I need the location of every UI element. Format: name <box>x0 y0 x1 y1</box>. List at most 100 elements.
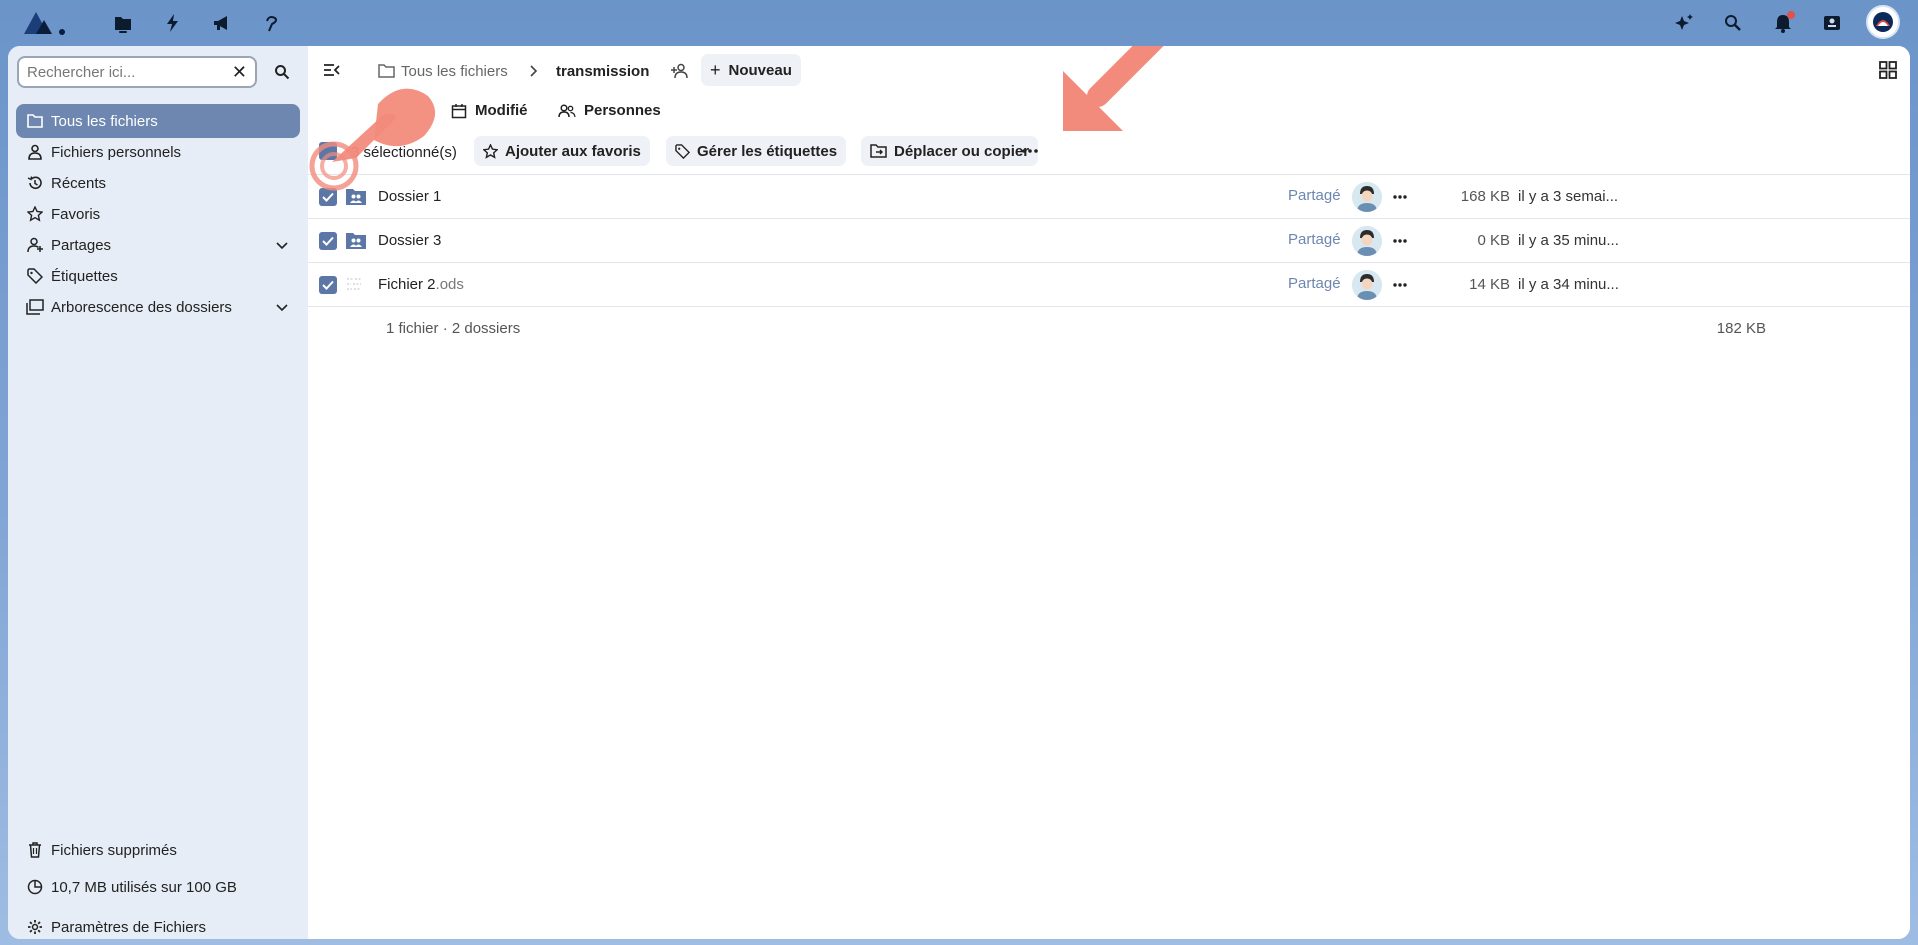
move-copy-button[interactable]: Déplacer ou copier <box>861 136 1039 166</box>
chevron-down-icon[interactable] <box>276 237 288 254</box>
search-icon[interactable] <box>1719 9 1747 37</box>
file-list-area: Tous les fichiers transmission + Nouveau… <box>308 46 1910 939</box>
activity-icon[interactable] <box>160 10 186 36</box>
file-modified: il y a 35 minu... <box>1518 232 1619 249</box>
file-name[interactable]: Fichier 2.ods <box>378 276 464 293</box>
file-size: 0 KB <box>1477 232 1510 249</box>
row-checkbox[interactable] <box>319 276 337 294</box>
search-button-icon[interactable] <box>270 60 294 84</box>
history-icon <box>26 174 44 192</box>
breadcrumb-root-label: Tous les fichiers <box>401 62 508 80</box>
folder-move-icon <box>870 144 887 158</box>
custom-app-icon[interactable] <box>259 10 285 36</box>
row-actions-icon[interactable] <box>1388 275 1412 295</box>
sidebar-item-label: Arborescence des dossiers <box>51 298 232 316</box>
share-status[interactable]: Partagé <box>1288 275 1341 292</box>
notification-badge <box>1787 11 1795 19</box>
file-size: 14 KB <box>1469 276 1510 293</box>
file-ext: .ods <box>435 276 464 293</box>
shared-folder-icon <box>345 231 367 251</box>
chevron-down-icon[interactable] <box>276 299 288 316</box>
sidebar-item-label: Tous les fichiers <box>51 112 158 130</box>
quota-label: 10,7 MB utilisés sur 100 GB <box>51 878 237 896</box>
sidebar-item-tags[interactable]: Étiquettes <box>16 259 300 293</box>
folder-icon <box>26 112 44 130</box>
select-all-checkbox[interactable] <box>319 142 337 160</box>
toggle-navigation-icon[interactable] <box>322 60 344 82</box>
search-placeholder: Rechercher ici... <box>27 63 136 81</box>
file-modified: il y a 3 semai... <box>1518 188 1619 205</box>
sidebar-item-folder-tree[interactable]: Arborescence des dossiers <box>16 290 300 324</box>
breadcrumb-current-label: transmission <box>556 62 650 80</box>
sidebar-item-label: Étiquettes <box>51 267 118 285</box>
sidebar-item-favorites[interactable]: Favoris <box>16 197 300 231</box>
table-row[interactable]: Dossier 3 Partagé 0 KB il y a 35 minu... <box>308 219 1910 263</box>
share-status[interactable]: Partagé <box>1288 187 1341 204</box>
selection-count: 3 sélectionné(s) <box>351 144 457 161</box>
trash-icon <box>26 841 44 859</box>
spreadsheet-icon <box>345 275 367 295</box>
notifications-icon[interactable] <box>1769 9 1797 37</box>
assistant-icon[interactable] <box>1670 9 1698 37</box>
sidebar-item-recent[interactable]: Récents <box>16 166 300 200</box>
file-name[interactable]: Dossier 3 <box>378 232 441 249</box>
share-icon <box>26 236 44 254</box>
contacts-icon[interactable] <box>1818 9 1846 37</box>
file-name-text: Dossier 3 <box>378 232 442 249</box>
announcements-icon[interactable] <box>209 10 235 36</box>
files-icon[interactable] <box>110 10 136 36</box>
nextcloud-logo-icon[interactable] <box>22 8 72 38</box>
avatar[interactable] <box>1352 182 1382 212</box>
summary-count: 1 fichier · 2 dossiers <box>386 320 521 337</box>
files-settings-button[interactable]: Paramètres de Fichiers <box>16 912 300 939</box>
trash-label: Fichiers supprimés <box>51 841 177 859</box>
row-actions-icon[interactable] <box>1388 231 1412 251</box>
row-checkbox[interactable] <box>319 232 337 250</box>
tag-icon <box>26 267 44 285</box>
files-window: Rechercher ici... ✕ Tous les fichiers Fi… <box>8 46 1910 939</box>
more-actions-icon[interactable] <box>1018 142 1042 160</box>
add-favorites-label: Ajouter aux favoris <box>505 142 641 160</box>
sidebar-item-label: Favoris <box>51 205 101 223</box>
settings-label: Paramètres de Fichiers <box>51 918 207 936</box>
row-actions-icon[interactable] <box>1388 187 1412 207</box>
search-input[interactable]: Rechercher ici... ✕ <box>17 56 257 88</box>
new-button[interactable]: + Nouveau <box>701 54 801 86</box>
sidebar-item-trash[interactable]: Fichiers supprimés <box>16 835 300 865</box>
file-name[interactable]: Dossier 1 <box>378 188 441 205</box>
share-folder-icon[interactable] <box>671 60 691 82</box>
clear-search-icon[interactable]: ✕ <box>232 62 247 83</box>
sidebar-item-all-files[interactable]: Tous les fichiers <box>16 104 300 138</box>
shared-folder-icon <box>345 187 367 207</box>
file-modified: il y a 34 minu... <box>1518 276 1619 293</box>
row-checkbox[interactable] <box>319 188 337 206</box>
manage-tags-label: Gérer les étiquettes <box>697 142 838 160</box>
folder-tree-icon <box>26 298 44 316</box>
sidebar: Rechercher ici... ✕ Tous les fichiers Fi… <box>8 46 308 939</box>
sidebar-item-label: Récents <box>51 174 107 192</box>
share-status[interactable]: Partagé <box>1288 231 1341 248</box>
file-size: 168 KB <box>1460 188 1510 205</box>
grid-view-icon[interactable] <box>1878 60 1898 84</box>
sidebar-item-personal[interactable]: Fichiers personnels <box>16 135 300 169</box>
sidebar-item-shares[interactable]: Partages <box>16 228 300 262</box>
storage-quota[interactable]: 10,7 MB utilisés sur 100 GB <box>16 872 300 902</box>
avatar[interactable] <box>1352 270 1382 300</box>
new-button-label: Nouveau <box>728 61 792 79</box>
tutorial-arrow-icon <box>1063 46 1164 131</box>
chevron-right-icon <box>530 60 538 82</box>
modified-filter[interactable]: Modifié <box>451 102 528 119</box>
add-favorites-button[interactable]: Ajouter aux favoris <box>474 136 650 166</box>
breadcrumb-root[interactable]: Tous les fichiers <box>378 60 508 82</box>
file-name-text: Dossier 1 <box>378 188 442 205</box>
table-row[interactable]: Fichier 2.ods Partagé 14 KB il y a 34 mi… <box>308 263 1910 307</box>
breadcrumb-current[interactable]: transmission <box>556 60 649 82</box>
avatar[interactable] <box>1352 226 1382 256</box>
user-avatar[interactable] <box>1866 5 1900 39</box>
table-row[interactable]: Dossier 1 Partagé 168 KB il y a 3 semai.… <box>308 175 1910 219</box>
people-filter[interactable]: Personnes <box>558 102 661 119</box>
pie-chart-icon <box>26 878 44 896</box>
manage-tags-button[interactable]: Gérer les étiquettes <box>666 136 847 166</box>
gear-icon <box>26 918 44 936</box>
sidebar-item-label: Fichiers personnels <box>51 143 182 161</box>
